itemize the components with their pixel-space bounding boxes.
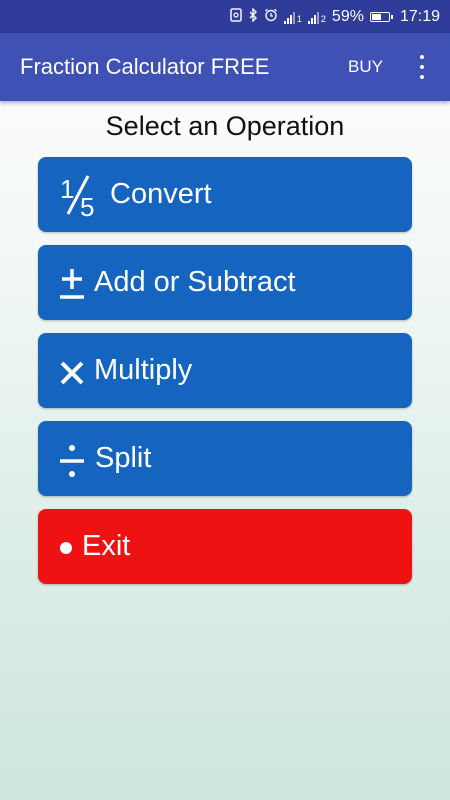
multiply-label: Multiply bbox=[94, 354, 193, 386]
app-title: Fraction Calculator FREE bbox=[20, 54, 270, 79]
alarm-icon bbox=[264, 8, 278, 25]
battery-percentage: 59% bbox=[331, 7, 364, 25]
add-subtract-button[interactable]: Add or Subtract bbox=[38, 245, 412, 320]
convert-label: Convert bbox=[110, 178, 212, 210]
plus-minus-icon bbox=[58, 263, 86, 303]
buy-button[interactable]: BUY bbox=[348, 33, 383, 101]
bluetooth-icon bbox=[248, 7, 258, 25]
signal-label: 1 bbox=[296, 13, 302, 24]
svg-text:5: 5 bbox=[80, 192, 94, 218]
status-bar: 1 2 59% 17:19 bbox=[0, 0, 450, 33]
exit-button[interactable]: Exit bbox=[38, 509, 412, 584]
multiply-button[interactable]: Multiply bbox=[38, 333, 412, 408]
app-bar: Fraction Calculator FREE BUY bbox=[0, 33, 450, 101]
overflow-menu-icon[interactable] bbox=[412, 55, 432, 79]
page-title: Select an Operation bbox=[105, 111, 345, 141]
signal-icon: 2 bbox=[307, 10, 326, 24]
battery-icon bbox=[369, 11, 393, 22]
split-label: Split bbox=[95, 442, 152, 474]
one-fifth-icon: 1 5 bbox=[58, 172, 104, 218]
add-subtract-label: Add or Subtract bbox=[94, 266, 296, 298]
clock: 17:19 bbox=[399, 7, 440, 25]
signal-icon: 1 bbox=[283, 10, 302, 24]
exit-label: Exit bbox=[82, 530, 131, 562]
convert-button[interactable]: 1 5 Convert bbox=[38, 157, 412, 232]
divide-icon bbox=[58, 439, 86, 479]
bullet-icon bbox=[58, 527, 74, 567]
split-button[interactable]: Split bbox=[38, 421, 412, 496]
signal-label: 2 bbox=[320, 13, 326, 24]
multiply-icon bbox=[58, 351, 86, 391]
svg-text:1: 1 bbox=[60, 174, 74, 204]
nfc-icon bbox=[230, 8, 242, 25]
